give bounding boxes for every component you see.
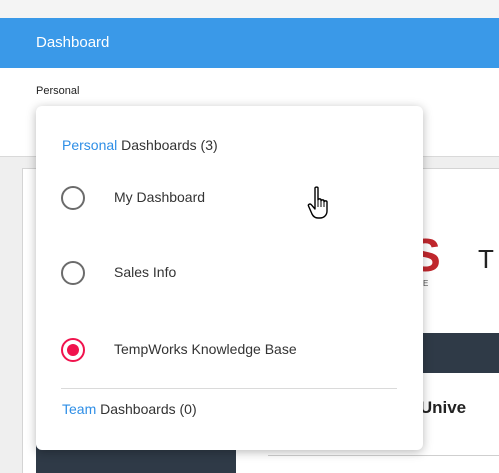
section-divider — [61, 388, 397, 389]
radio-button-icon[interactable] — [61, 261, 85, 285]
personal-header-accent: Personal — [62, 137, 118, 153]
dashboard-option-sales-info[interactable]: Sales Info — [36, 251, 423, 295]
dashboard-dropdown-menu: Personal Dashboards (3) My Dashboard Sal… — [36, 106, 423, 450]
app-window: Dashboard Personal S E T ‹s Unive Person… — [0, 0, 499, 473]
team-header-rest: Dashboards (0) — [96, 401, 197, 417]
radio-button-selected-icon[interactable] — [61, 338, 85, 362]
dashboard-option-my-dashboard[interactable]: My Dashboard — [36, 176, 423, 220]
personal-dashboards-header: Personal Dashboards (3) — [62, 137, 218, 153]
hand-pointer-icon — [307, 186, 328, 219]
content-title-fragment: T — [478, 244, 494, 274]
option-label: TempWorks Knowledge Base — [114, 341, 297, 357]
dashboard-titlebar: Dashboard — [0, 18, 499, 68]
option-label: My Dashboard — [114, 189, 206, 205]
window-top-strip — [0, 0, 499, 18]
team-header-accent: Team — [62, 401, 97, 417]
page-title: Dashboard — [36, 34, 110, 51]
logo-subtext: E — [423, 279, 429, 288]
option-label: Sales Info — [114, 264, 177, 280]
content-divider — [268, 455, 499, 456]
radio-button-icon[interactable] — [61, 186, 85, 210]
personal-header-rest: Dashboards (3) — [117, 137, 218, 153]
team-dashboards-header: Team Dashboards (0) — [62, 401, 197, 417]
dashboard-selector-value[interactable]: Personal — [36, 85, 79, 97]
dashboard-option-tempworks-knowledge-base[interactable]: TempWorks Knowledge Base — [36, 328, 423, 372]
